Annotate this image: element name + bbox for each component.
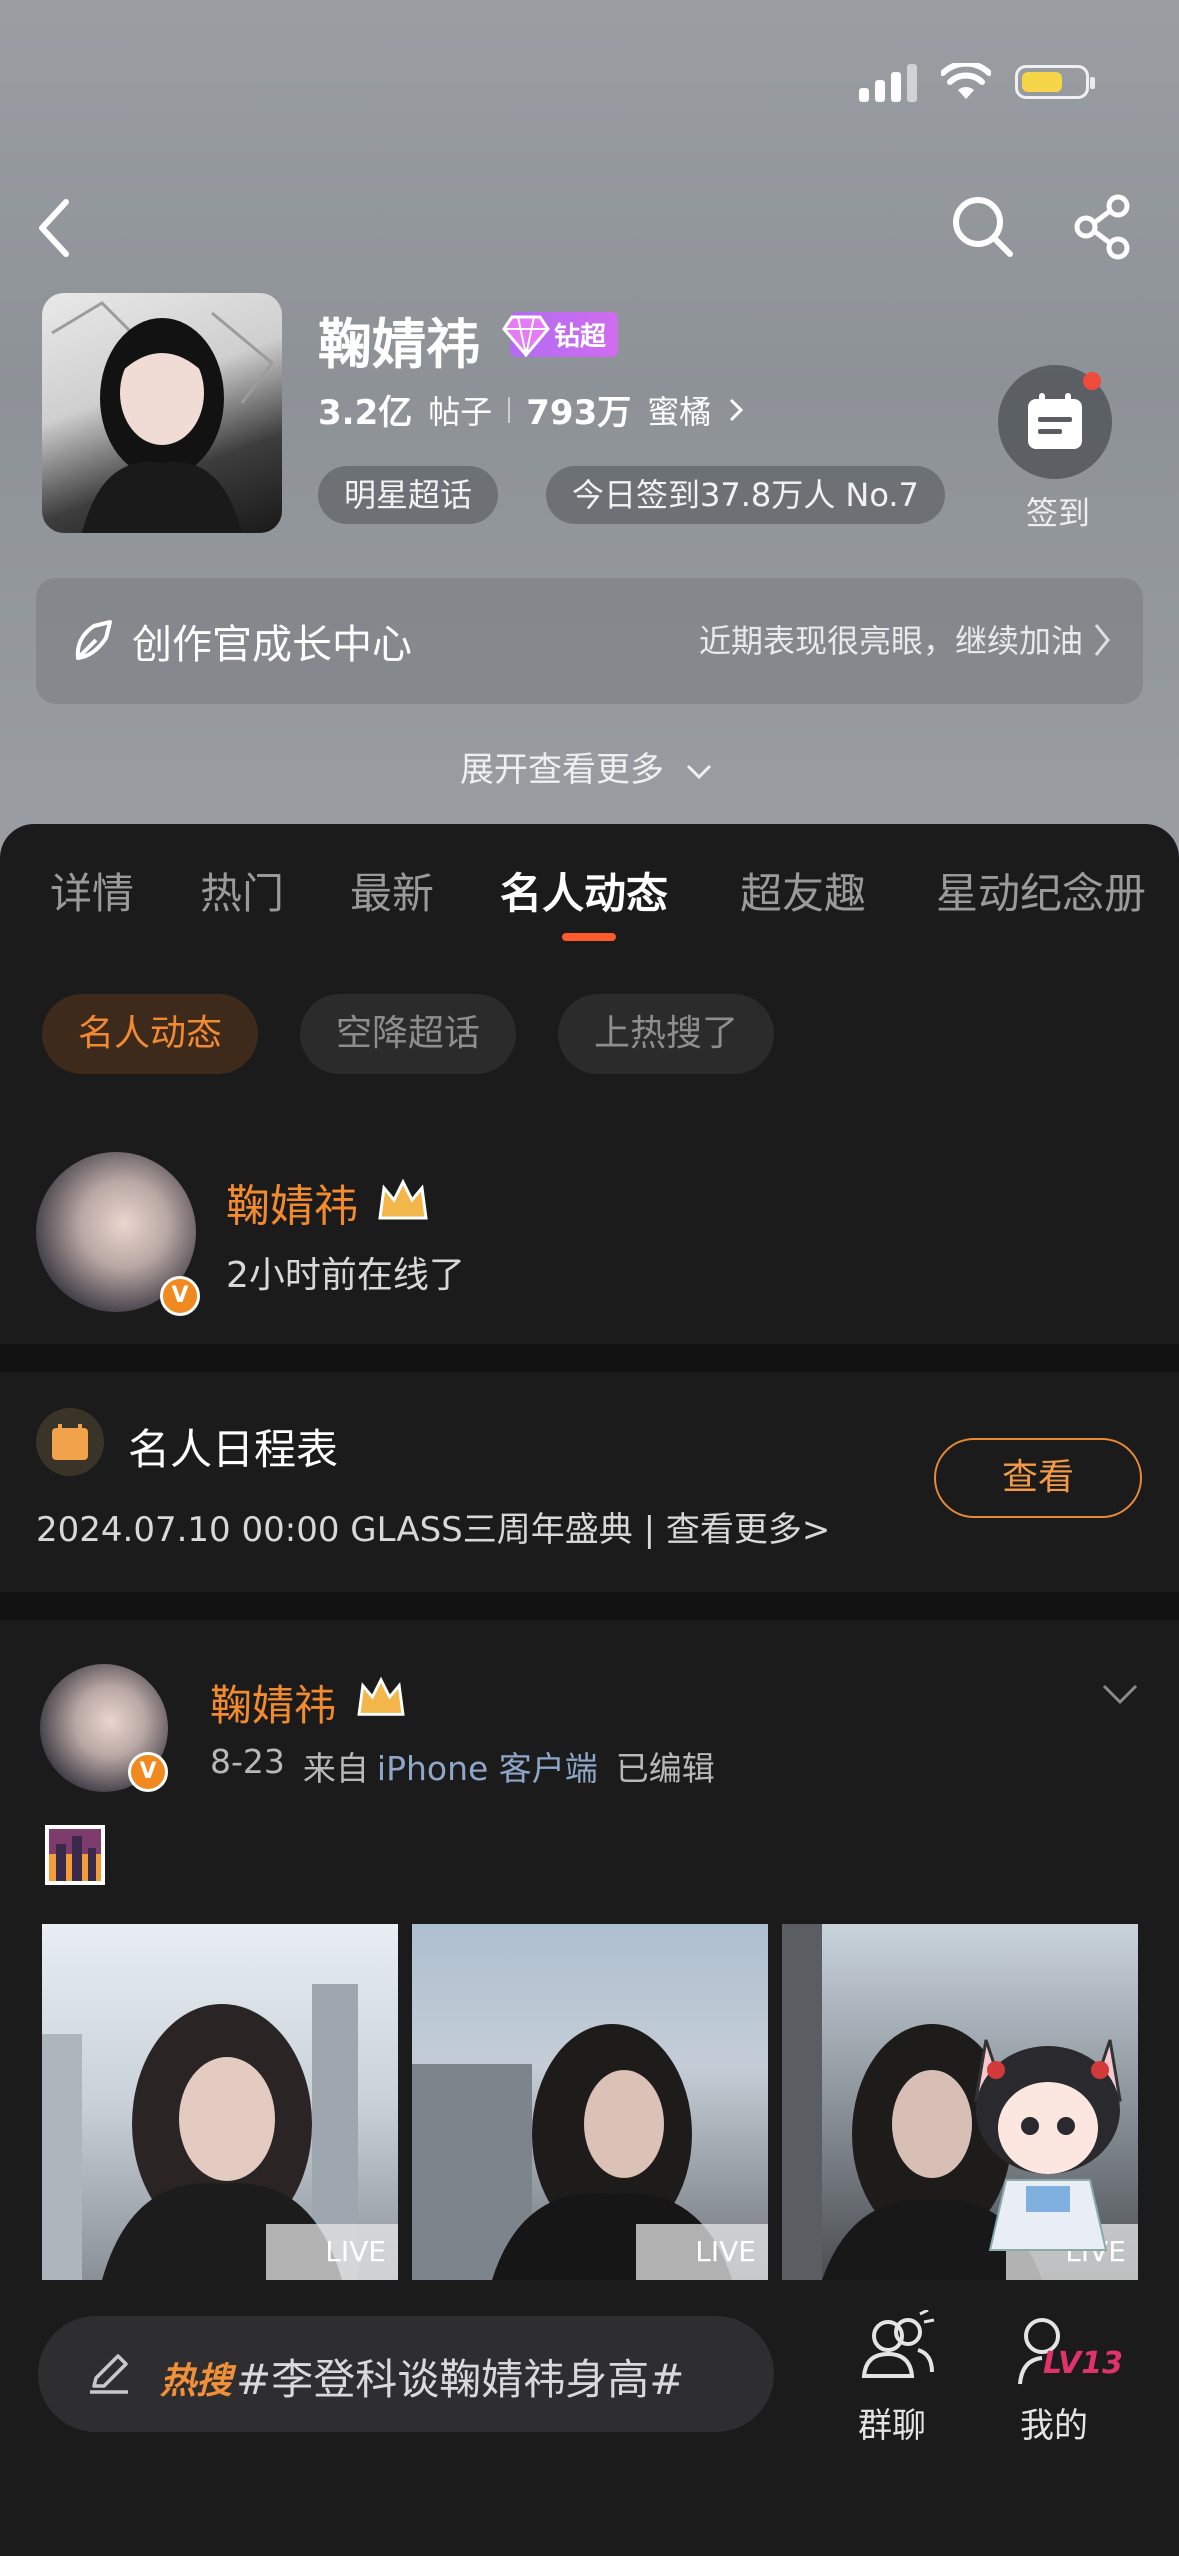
verified-badge-icon: V — [160, 1276, 200, 1316]
supertopic-header: 鞠婧祎 钻超 3.2亿 帖子 793万 蜜橘 明星超话 今日签到37.8万人 N… — [0, 0, 1179, 860]
verified-badge-icon: V — [128, 1752, 168, 1792]
super-badge[interactable]: 钻超 — [502, 312, 619, 357]
expand-label: 展开查看更多 — [460, 750, 664, 790]
filter-hot-search[interactable]: 上热搜了 — [558, 994, 775, 1074]
stats-row[interactable]: 3.2亿 帖子 793万 蜜橘 — [318, 385, 745, 434]
creator-center-banner[interactable]: 创作官成长中心 近期表现很亮眼，继续加油 — [36, 578, 1143, 704]
post-image-1[interactable]: LIVE — [42, 1924, 398, 2280]
crown-icon — [378, 1178, 428, 1220]
calendar-icon — [1028, 393, 1082, 449]
fans-count: 793万 — [526, 393, 632, 433]
tab-details[interactable]: 详情 — [50, 860, 134, 921]
cellular-signal-icon — [859, 62, 917, 102]
battery-icon — [1015, 65, 1095, 99]
group-chat-icon[interactable] — [858, 2310, 938, 2386]
chevron-down-icon — [686, 764, 711, 780]
tab-celebrity-updates[interactable]: 名人动态 — [500, 860, 668, 921]
hot-search-topic: #李登科谈鞠婧祎身高# — [236, 2355, 685, 2404]
schedule-title: 名人日程表 — [128, 1425, 339, 1474]
crown-icon — [357, 1676, 405, 1716]
filter-landed-topics[interactable]: 空降超话 — [300, 994, 517, 1074]
tab-latest[interactable]: 最新 — [350, 860, 434, 921]
creator-center-subtitle: 近期表现很亮眼，继续加油 — [698, 622, 1083, 660]
chevron-right-icon — [730, 398, 744, 421]
back-arrow-icon[interactable] — [34, 198, 74, 258]
post-source-prefix: 来自 — [302, 1749, 369, 1788]
post-image-2[interactable]: LIVE — [412, 1924, 768, 2280]
online-status: 2小时前在线了 — [226, 1255, 465, 1296]
city-night-emoji-icon — [45, 1825, 105, 1885]
post-meta: 8-23 来自 iPhone 客户端 已编辑 — [210, 1742, 715, 1790]
schedule-detail[interactable]: 2024.07.10 00:00 GLASS三周年盛典 | 查看更多> — [36, 1502, 830, 1551]
group-chat-label[interactable]: 群聊 — [858, 2398, 926, 2447]
quill-icon — [75, 620, 112, 660]
chevron-right-icon — [1094, 624, 1110, 656]
hot-search-label: 热搜 — [160, 2361, 233, 2402]
schedule-icon — [36, 1408, 104, 1476]
active-tab-indicator — [562, 933, 616, 941]
diamond-icon — [502, 315, 550, 357]
floating-mascot[interactable] — [956, 2010, 1140, 2270]
checkin-label: 签到 — [1026, 494, 1091, 532]
tab-star-album[interactable]: 星动纪念册 — [936, 860, 1146, 921]
page-title: 鞠婧祎 — [318, 313, 480, 376]
creator-center-title: 创作官成长中心 — [132, 622, 412, 668]
post-edited: 已编辑 — [615, 1749, 715, 1788]
posts-label: 帖子 — [428, 392, 493, 431]
stats-divider — [508, 396, 511, 423]
celebrity-name[interactable]: 鞠婧祎 — [226, 1170, 358, 1234]
posts-count: 3.2亿 — [318, 393, 413, 433]
post-menu-chevron-icon[interactable] — [1100, 1682, 1140, 1706]
filter-celebrity-updates[interactable]: 名人动态 — [42, 994, 259, 1074]
tab-hot[interactable]: 热门 — [200, 860, 284, 921]
supertopic-avatar[interactable] — [42, 293, 282, 533]
status-bar — [859, 62, 1095, 102]
section-divider — [0, 1592, 1179, 1620]
live-tag: LIVE — [636, 2224, 768, 2280]
mine-label[interactable]: 我的 — [1020, 2398, 1088, 2447]
share-icon[interactable] — [1072, 194, 1134, 260]
post-date: 8-23 — [210, 1742, 285, 1781]
fans-label: 蜜橘 — [647, 392, 712, 431]
category-chip[interactable]: 明星超话 — [318, 466, 499, 524]
tab-super-friends[interactable]: 超友趣 — [740, 860, 866, 921]
post-author-name[interactable]: 鞠婧祎 — [210, 1672, 336, 1733]
section-divider — [0, 1344, 1179, 1372]
pen-icon — [90, 2354, 128, 2394]
checkin-stats-chip[interactable]: 今日签到37.8万人 No.7 — [546, 466, 945, 524]
notification-dot — [1083, 372, 1101, 390]
post-source[interactable]: iPhone 客户端 — [377, 1742, 598, 1790]
expand-more[interactable]: 展开查看更多 — [460, 742, 713, 791]
live-tag: LIVE — [266, 2224, 398, 2280]
search-icon[interactable] — [950, 194, 1016, 260]
user-level-badge: LV13 — [1043, 2346, 1123, 2381]
view-schedule-button[interactable]: 查看 — [934, 1438, 1142, 1518]
wifi-icon — [941, 63, 991, 99]
